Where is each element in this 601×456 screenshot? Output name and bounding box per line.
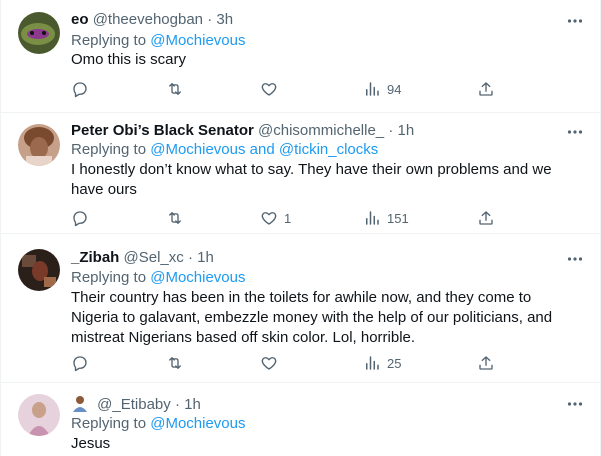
share-icon [479,356,493,370]
replying-to-label: Replying to [71,32,147,49]
avatar[interactable] [18,12,60,54]
tweet-header: eo @theevehogban · 3h [71,10,233,30]
replies-feed: eo @theevehogban · 3h Replying to @Mochi… [0,0,601,456]
replying-to-link[interactable]: @Mochievous [150,269,245,286]
separator-dot: · [207,11,213,28]
views-button[interactable]: 25 [363,348,401,378]
replying-to: Replying to @Mochievous and @tickin_cloc… [71,140,378,160]
separator-dot: · [388,122,394,139]
user-handle[interactable]: @theevehogban [93,11,203,28]
view-count: 25 [387,355,402,371]
separator-dot: · [174,396,180,413]
retweet-button[interactable] [166,348,190,378]
view-count: 94 [387,81,402,97]
user-handle[interactable]: @Sel_xc [124,249,184,266]
share-icon [479,211,493,225]
reply-icon [73,211,87,227]
share-button[interactable] [477,74,495,104]
reply-tweet[interactable]: @_Etibaby · 1h Replying to @Mochievous J… [1,382,600,456]
replying-to: Replying to @Mochievous [71,268,246,288]
view-count: 151 [387,210,409,226]
avatar[interactable] [18,249,60,291]
tweet-actions: 1 151 [63,203,503,233]
like-icon [261,83,277,96]
views-button[interactable]: 151 [363,203,409,233]
reply-tweet[interactable]: Peter Obi’s Black Senator @chisommichell… [1,112,600,234]
reply-button[interactable] [71,203,95,233]
share-button[interactable] [477,203,495,233]
views-icon [366,356,379,370]
timestamp[interactable]: 1h [184,396,201,413]
avatar[interactable] [18,394,60,436]
retweet-icon [169,357,181,369]
more-icon[interactable] [566,395,584,413]
views-button[interactable]: 94 [363,74,401,104]
display-name[interactable]: eo [71,11,89,28]
replying-to-label: Replying to [71,269,147,286]
like-button[interactable] [260,74,284,104]
tweet-text: Jesus [71,435,111,452]
like-icon [261,357,277,370]
replying-to: Replying to @Mochievous [71,414,246,434]
like-button[interactable]: 1 [260,203,291,233]
tweet-actions: 94 [63,74,503,104]
replying-to-label: Replying to [71,415,147,432]
like-icon [261,212,277,225]
reply-tweet[interactable]: eo @theevehogban · 3h Replying to @Mochi… [1,0,600,113]
display-name[interactable]: _Zibah [71,249,119,266]
like-count: 1 [284,210,292,226]
replying-to-link[interactable]: @Mochievous and @tickin_clocks [150,141,378,158]
reply-icon [73,356,87,372]
reply-icon [73,82,87,98]
retweet-icon [169,212,181,224]
replying-to-label: Replying to [71,141,147,158]
timestamp[interactable]: 1h [197,249,214,266]
retweet-icon [169,83,181,95]
timestamp[interactable]: 3h [216,11,233,28]
timestamp[interactable]: 1h [397,122,414,139]
more-icon[interactable] [566,123,584,141]
user-handle[interactable]: @_Etibaby [97,396,171,413]
retweet-button[interactable] [166,203,190,233]
replying-to-link[interactable]: @Mochievous [150,32,245,49]
reply-tweet[interactable]: _Zibah @Sel_xc · 1h Replying to @Mochiev… [1,233,600,383]
more-icon[interactable] [566,250,584,268]
user-handle[interactable]: @chisommichelle_ [258,122,384,139]
tweet-text: Omo this is scary [71,51,187,68]
reply-button[interactable] [71,348,95,378]
like-button[interactable] [260,348,284,378]
views-icon [366,211,379,225]
reply-button[interactable] [71,74,95,104]
display-name[interactable]: Peter Obi’s Black Senator [71,122,254,139]
share-button[interactable] [477,348,495,378]
retweet-button[interactable] [166,74,190,104]
tweet-text: I honestly don’t know what to say. They … [71,161,552,198]
tweet-header: Peter Obi’s Black Senator @chisommichell… [71,121,414,141]
tweet-text: Their country has been in the toilets fo… [71,289,553,346]
replying-to-link[interactable]: @Mochievous [150,415,245,432]
tweet-header: _Zibah @Sel_xc · 1h [71,248,214,268]
share-icon [479,82,493,96]
separator-dot: · [187,249,193,266]
avatar[interactable] [18,124,60,166]
replying-to: Replying to @Mochievous [71,31,246,51]
more-icon[interactable] [566,12,584,30]
views-icon [366,82,379,96]
tweet-actions: 25 [63,348,503,378]
